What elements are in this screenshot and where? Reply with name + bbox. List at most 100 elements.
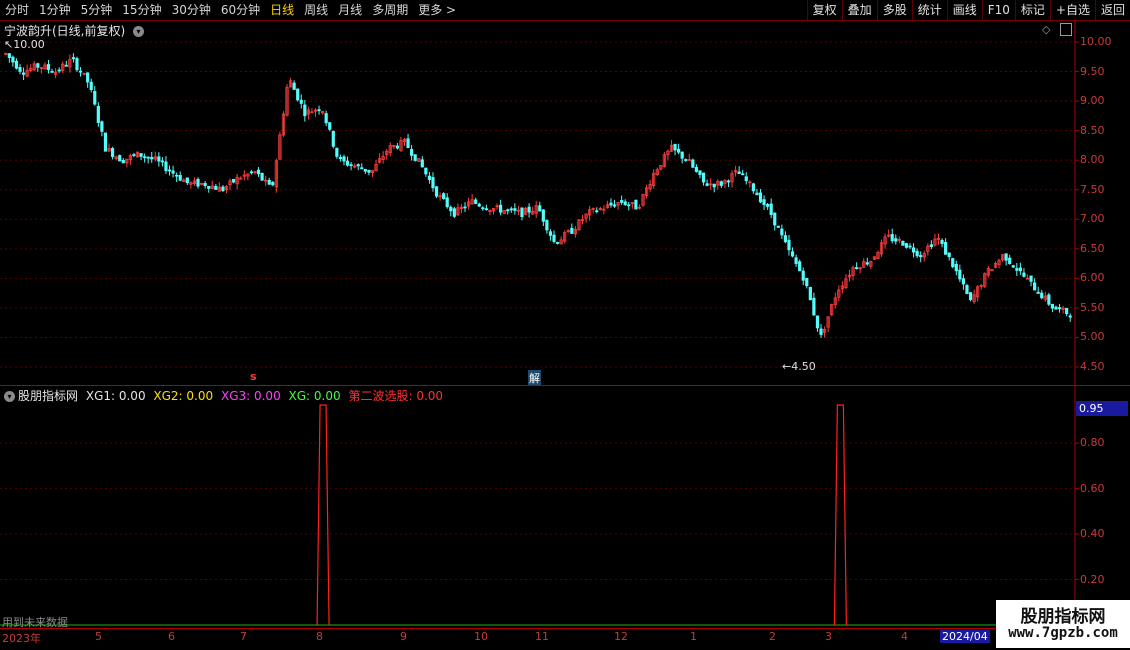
action-button-2[interactable]: 多股 (876, 0, 912, 20)
candle-body (420, 159, 424, 168)
candle-body (776, 225, 780, 228)
jie-marker[interactable]: 解 (528, 370, 541, 386)
period-tab-10[interactable]: 更多 > (413, 0, 461, 20)
period-tab-7[interactable]: 周线 (299, 0, 333, 20)
sub-y-tick-label: 0.20 (1080, 572, 1105, 586)
action-button-7[interactable]: +自选 (1049, 0, 1095, 20)
action-button-1[interactable]: 叠加 (841, 0, 877, 20)
main-y-tick-label: 9.50 (1080, 64, 1105, 78)
candle-body (110, 148, 115, 157)
candle-body (787, 239, 791, 251)
candle-body (609, 202, 613, 206)
candle-body (911, 247, 916, 253)
candle-body (968, 292, 973, 300)
candle-body (954, 263, 958, 272)
action-button-5[interactable]: F10 (981, 0, 1015, 20)
candle-body (214, 185, 218, 190)
candle-body (1022, 272, 1026, 277)
candle-body (520, 207, 524, 218)
indicator-chart[interactable] (0, 386, 1130, 628)
candle-body (299, 99, 303, 104)
candle-body (449, 206, 453, 212)
main-y-tick-label: 8.50 (1080, 123, 1105, 137)
period-tab-9[interactable]: 多周期 (367, 0, 413, 20)
candle-body (1054, 306, 1058, 310)
x-axis-label: 6 (168, 630, 175, 643)
candle-body (719, 181, 723, 186)
candle-body (185, 177, 189, 184)
period-tab-4[interactable]: 30分钟 (167, 0, 216, 20)
action-button-0[interactable]: 复权 (806, 0, 842, 20)
candle-body (146, 156, 150, 159)
candle-body (78, 70, 83, 73)
candle-body (509, 208, 513, 211)
high-price-label: ↖10.00 (4, 38, 45, 51)
action-button-4[interactable]: 画线 (946, 0, 982, 20)
candle-body (1050, 303, 1055, 309)
candle-body (538, 205, 542, 212)
watermark-title: 股朋指标网 (1020, 607, 1106, 627)
candle-body (1029, 275, 1033, 282)
candle-body (801, 270, 805, 281)
candle-body (808, 286, 812, 301)
candle-body (890, 234, 894, 242)
candle-body (755, 192, 759, 196)
candle-body (1057, 307, 1062, 310)
x-axis-label: 2024/04 (940, 630, 990, 643)
candle-body (103, 132, 108, 152)
candle-body (855, 267, 859, 270)
period-tab-8[interactable]: 月线 (333, 0, 367, 20)
main-y-tick-label: 7.00 (1080, 212, 1105, 226)
candle-body (118, 155, 122, 162)
x-axis-label: 1 (690, 630, 697, 643)
candle-body (741, 173, 745, 176)
x-axis-label: 7 (240, 630, 247, 643)
main-y-tick-label: 10.00 (1080, 35, 1112, 48)
candle-body (132, 154, 136, 156)
period-tabs: 分时 1分钟 5分钟 15分钟 30分钟 60分钟 日线 周线 月线 多周期 更多 > (0, 0, 461, 20)
candle-body (944, 241, 948, 255)
period-tab-0[interactable]: 分时 (0, 0, 34, 20)
x-axis-line (0, 628, 1130, 629)
candle-body (620, 199, 624, 203)
candle-body (75, 58, 79, 71)
candle-body (623, 201, 627, 206)
candle-body (1018, 267, 1022, 272)
main-y-tick-label: 8.00 (1080, 153, 1105, 167)
period-tab-2[interactable]: 5分钟 (76, 0, 118, 20)
period-tab-3[interactable]: 15分钟 (117, 0, 166, 20)
action-button-3[interactable]: 统计 (911, 0, 947, 20)
candle-body (794, 257, 798, 264)
candle-body (499, 204, 503, 213)
low-price-label: ←4.50 (782, 360, 816, 373)
candle-body (780, 228, 784, 236)
period-tab-6[interactable]: 日线 (265, 0, 299, 20)
current-value-badge: 0.95 (1076, 401, 1128, 416)
action-button-8[interactable]: 返回 (1094, 0, 1130, 20)
candle-body (1047, 294, 1051, 305)
s-marker[interactable]: s (250, 370, 257, 383)
candle-body (249, 171, 254, 174)
candle-body (160, 160, 165, 163)
candle-body (328, 122, 332, 130)
candle-body (64, 64, 68, 67)
period-tab-5[interactable]: 60分钟 (216, 0, 265, 20)
candle-body (555, 242, 560, 244)
sub-y-tick-label: 0.60 (1080, 481, 1105, 495)
candle-body (701, 172, 706, 183)
main-y-tick-label: 6.00 (1080, 271, 1105, 285)
candle-body (342, 156, 346, 162)
main-y-tick-label: 5.00 (1080, 330, 1105, 344)
action-button-6[interactable]: 标记 (1014, 0, 1050, 20)
candlestick-chart[interactable] (0, 20, 1130, 385)
candle-body (766, 204, 770, 207)
candle-body (331, 130, 335, 147)
candle-body (769, 203, 773, 215)
candle-body (203, 183, 207, 186)
candle-body (427, 175, 432, 180)
x-axis-label: 2023年 (2, 632, 41, 645)
candle-body (915, 250, 919, 257)
period-tab-1[interactable]: 1分钟 (34, 0, 76, 20)
x-axis-label: 4 (901, 630, 908, 643)
candle-body (908, 245, 912, 248)
